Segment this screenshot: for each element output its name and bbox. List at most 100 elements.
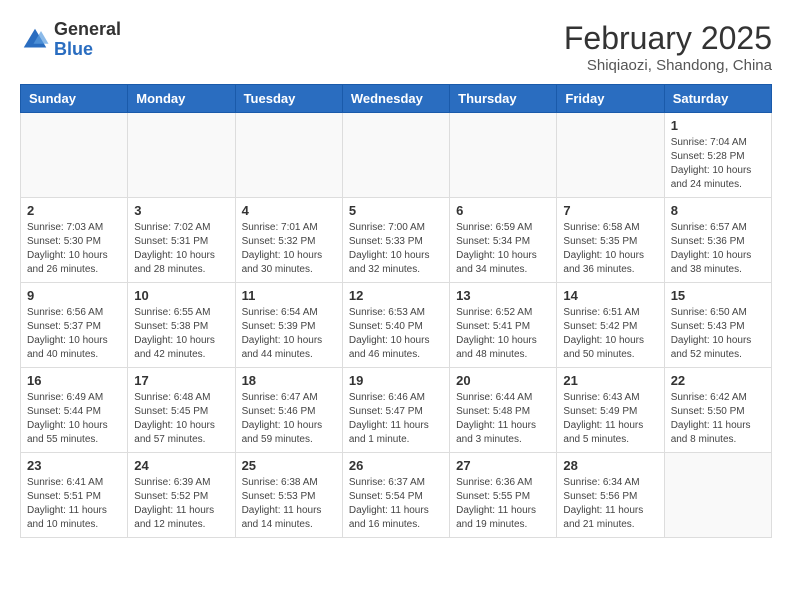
day-cell: 13 Sunrise: 6:52 AM Sunset: 5:41 PM Dayli… xyxy=(450,283,557,368)
day-number: 24 xyxy=(134,458,228,473)
day-number: 17 xyxy=(134,373,228,388)
day-cell: 10 Sunrise: 6:55 AM Sunset: 5:38 PM Dayli… xyxy=(128,283,235,368)
day-cell: 2Sunrise: 7:03 AM Sunset: 5:30 PM Daylig… xyxy=(21,198,128,283)
day-number: 21 xyxy=(563,373,657,388)
day-info: Sunrise: 6:42 AM Sunset: 5:50 PM Dayligh… xyxy=(671,391,765,447)
day-number: 18 xyxy=(242,373,336,388)
logo-text: General Blue xyxy=(54,20,121,60)
weekday-header-saturday: Saturday xyxy=(664,85,771,113)
day-number: 2 xyxy=(27,203,121,218)
day-number: 7 xyxy=(563,203,657,218)
weekday-header-row: SundayMondayTuesdayWednesdayThursdayFrid… xyxy=(21,85,772,113)
day-number: 8 xyxy=(671,203,765,218)
day-cell xyxy=(235,113,342,198)
day-number: 12 xyxy=(349,288,443,303)
day-info: Sunrise: 6:57 AM Sunset: 5:36 PM Dayligh… xyxy=(671,221,765,277)
day-number: 10 xyxy=(134,288,228,303)
day-cell: 14 Sunrise: 6:51 AM Sunset: 5:42 PM Dayli… xyxy=(557,283,664,368)
day-number: 27 xyxy=(456,458,550,473)
day-number: 22 xyxy=(671,373,765,388)
day-info: Sunrise: 6:51 AM Sunset: 5:42 PM Dayligh… xyxy=(563,306,657,362)
day-number: 28 xyxy=(563,458,657,473)
week-row-1: 1 Sunrise: 7:04 AM Sunset: 5:28 PM Daylig… xyxy=(21,113,772,198)
day-cell xyxy=(128,113,235,198)
day-info: Sunrise: 6:38 AM Sunset: 5:53 PM Dayligh… xyxy=(242,476,336,532)
day-cell: 8 Sunrise: 6:57 AM Sunset: 5:36 PM Daylig… xyxy=(664,198,771,283)
day-info: Sunrise: 6:48 AM Sunset: 5:45 PM Dayligh… xyxy=(134,391,228,447)
day-cell: 1 Sunrise: 7:04 AM Sunset: 5:28 PM Daylig… xyxy=(664,113,771,198)
day-info: Sunrise: 6:43 AM Sunset: 5:49 PM Dayligh… xyxy=(563,391,657,447)
day-number: 13 xyxy=(456,288,550,303)
day-cell xyxy=(557,113,664,198)
day-info: Sunrise: 6:59 AM Sunset: 5:34 PM Dayligh… xyxy=(456,221,550,277)
day-number: 5 xyxy=(349,203,443,218)
day-info: Sunrise: 7:04 AM Sunset: 5:28 PM Dayligh… xyxy=(671,136,765,192)
day-number: 11 xyxy=(242,288,336,303)
weekday-header-tuesday: Tuesday xyxy=(235,85,342,113)
day-info: Sunrise: 6:50 AM Sunset: 5:43 PM Dayligh… xyxy=(671,306,765,362)
week-row-3: 9 Sunrise: 6:56 AM Sunset: 5:37 PM Daylig… xyxy=(21,283,772,368)
day-info: Sunrise: 6:36 AM Sunset: 5:55 PM Dayligh… xyxy=(456,476,550,532)
day-cell: 25 Sunrise: 6:38 AM Sunset: 5:53 PM Dayli… xyxy=(235,453,342,538)
day-number: 3 xyxy=(134,203,228,218)
day-cell: 24 Sunrise: 6:39 AM Sunset: 5:52 PM Dayli… xyxy=(128,453,235,538)
day-info: Sunrise: 6:37 AM Sunset: 5:54 PM Dayligh… xyxy=(349,476,443,532)
day-number: 15 xyxy=(671,288,765,303)
week-row-5: 23Sunrise: 6:41 AM Sunset: 5:51 PM Dayli… xyxy=(21,453,772,538)
day-number: 14 xyxy=(563,288,657,303)
day-cell xyxy=(664,453,771,538)
day-cell: 28 Sunrise: 6:34 AM Sunset: 5:56 PM Dayli… xyxy=(557,453,664,538)
day-info: Sunrise: 6:54 AM Sunset: 5:39 PM Dayligh… xyxy=(242,306,336,362)
day-number: 1 xyxy=(671,118,765,133)
day-info: Sunrise: 6:53 AM Sunset: 5:40 PM Dayligh… xyxy=(349,306,443,362)
day-info: Sunrise: 6:55 AM Sunset: 5:38 PM Dayligh… xyxy=(134,306,228,362)
day-info: Sunrise: 6:34 AM Sunset: 5:56 PM Dayligh… xyxy=(563,476,657,532)
weekday-header-sunday: Sunday xyxy=(21,85,128,113)
day-cell: 17 Sunrise: 6:48 AM Sunset: 5:45 PM Dayli… xyxy=(128,368,235,453)
day-cell: 5Sunrise: 7:00 AM Sunset: 5:33 PM Daylig… xyxy=(342,198,449,283)
day-number: 16 xyxy=(27,373,121,388)
day-cell xyxy=(342,113,449,198)
day-cell: 12 Sunrise: 6:53 AM Sunset: 5:40 PM Dayli… xyxy=(342,283,449,368)
logo-blue: Blue xyxy=(54,40,121,60)
day-info: Sunrise: 6:47 AM Sunset: 5:46 PM Dayligh… xyxy=(242,391,336,447)
day-info: Sunrise: 6:52 AM Sunset: 5:41 PM Dayligh… xyxy=(456,306,550,362)
day-cell xyxy=(21,113,128,198)
day-cell: 9 Sunrise: 6:56 AM Sunset: 5:37 PM Daylig… xyxy=(21,283,128,368)
weekday-header-thursday: Thursday xyxy=(450,85,557,113)
day-cell: 4Sunrise: 7:01 AM Sunset: 5:32 PM Daylig… xyxy=(235,198,342,283)
title-block: February 2025 Shiqiaozi, Shandong, China xyxy=(564,20,772,74)
day-number: 6 xyxy=(456,203,550,218)
day-cell: 21 Sunrise: 6:43 AM Sunset: 5:49 PM Dayli… xyxy=(557,368,664,453)
day-info: Sunrise: 6:44 AM Sunset: 5:48 PM Dayligh… xyxy=(456,391,550,447)
weekday-header-monday: Monday xyxy=(128,85,235,113)
logo-icon xyxy=(20,25,50,55)
day-number: 25 xyxy=(242,458,336,473)
day-number: 26 xyxy=(349,458,443,473)
day-cell: 18 Sunrise: 6:47 AM Sunset: 5:46 PM Dayli… xyxy=(235,368,342,453)
day-cell: 7 Sunrise: 6:58 AM Sunset: 5:35 PM Daylig… xyxy=(557,198,664,283)
weekday-header-friday: Friday xyxy=(557,85,664,113)
day-cell: 27 Sunrise: 6:36 AM Sunset: 5:55 PM Dayli… xyxy=(450,453,557,538)
logo: General Blue xyxy=(20,20,121,60)
day-info: Sunrise: 6:58 AM Sunset: 5:35 PM Dayligh… xyxy=(563,221,657,277)
month-title: February 2025 xyxy=(564,20,772,57)
logo-general: General xyxy=(54,20,121,40)
day-info: Sunrise: 6:39 AM Sunset: 5:52 PM Dayligh… xyxy=(134,476,228,532)
day-cell: 15 Sunrise: 6:50 AM Sunset: 5:43 PM Dayli… xyxy=(664,283,771,368)
day-number: 9 xyxy=(27,288,121,303)
day-cell xyxy=(450,113,557,198)
calendar-table: SundayMondayTuesdayWednesdayThursdayFrid… xyxy=(20,84,772,538)
day-cell: 20 Sunrise: 6:44 AM Sunset: 5:48 PM Dayli… xyxy=(450,368,557,453)
day-cell: 16 Sunrise: 6:49 AM Sunset: 5:44 PM Dayli… xyxy=(21,368,128,453)
day-number: 19 xyxy=(349,373,443,388)
day-info: Sunrise: 6:46 AM Sunset: 5:47 PM Dayligh… xyxy=(349,391,443,447)
page-header: General Blue February 2025 Shiqiaozi, Sh… xyxy=(20,20,772,74)
day-info: Sunrise: 6:56 AM Sunset: 5:37 PM Dayligh… xyxy=(27,306,121,362)
day-cell: 3Sunrise: 7:02 AM Sunset: 5:31 PM Daylig… xyxy=(128,198,235,283)
day-cell: 23Sunrise: 6:41 AM Sunset: 5:51 PM Dayli… xyxy=(21,453,128,538)
day-cell: 6 Sunrise: 6:59 AM Sunset: 5:34 PM Daylig… xyxy=(450,198,557,283)
day-info: Sunrise: 7:01 AM Sunset: 5:32 PM Dayligh… xyxy=(242,221,336,277)
day-info: Sunrise: 6:49 AM Sunset: 5:44 PM Dayligh… xyxy=(27,391,121,447)
day-number: 20 xyxy=(456,373,550,388)
